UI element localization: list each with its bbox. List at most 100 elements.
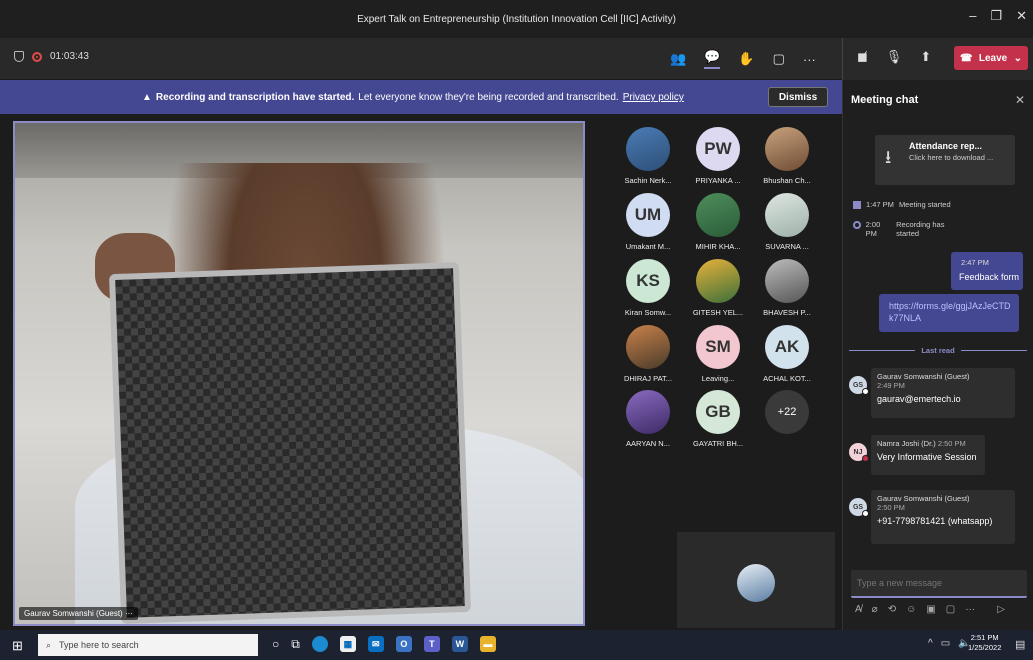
attach-icon[interactable]: ⌀ bbox=[872, 604, 878, 615]
maximize-icon[interactable]: ❐ bbox=[990, 8, 1002, 24]
participant-tile[interactable]: AARYAN N... bbox=[613, 390, 683, 448]
participants-icon[interactable]: 👥 bbox=[670, 51, 686, 67]
avatar: SM bbox=[696, 325, 740, 369]
banner-message: ▲ Recording and transcription have start… bbox=[142, 92, 684, 103]
chat-message: NJ Namra Joshi (Dr.) 2:50 PM Very Inform… bbox=[849, 435, 1015, 477]
speaker-name: Gaurav Somwanshi (Guest) bbox=[24, 609, 123, 618]
attendance-attachment[interactable]: ⭳ Attendance rep... Click here to downlo… bbox=[875, 135, 1015, 185]
message-text: +91-7798781421 (whatsapp) bbox=[877, 516, 993, 526]
compose-box[interactable] bbox=[851, 570, 1027, 598]
format-icon[interactable]: A̸ bbox=[855, 604, 862, 615]
participant-tile[interactable]: GB GAYATRI BH... bbox=[683, 390, 753, 448]
participant-tile[interactable]: DHIRAJ PAT... bbox=[613, 325, 683, 383]
reactions-icon[interactable]: ✋ bbox=[738, 51, 754, 67]
avatar: GB bbox=[696, 390, 740, 434]
mic-off-icon[interactable]: 🎙 bbox=[886, 49, 903, 65]
clock-date: 1/25/2022 bbox=[968, 643, 1002, 653]
dismiss-button[interactable]: Dismiss bbox=[768, 87, 828, 107]
outlook-icon[interactable]: O bbox=[395, 636, 412, 652]
call-control-icons: ◼̸ 🎙 ⬆ bbox=[857, 49, 931, 65]
system-time: 1:47 PM bbox=[866, 200, 894, 209]
more-participants-badge[interactable]: +22 bbox=[765, 390, 809, 434]
participant-tile[interactable]: SM Leaving... bbox=[683, 325, 753, 383]
participant-tile[interactable]: PW PRIYANKA ... bbox=[683, 127, 753, 185]
compose-toolbar: A̸ ⌀ ⟲ ☺ ▣ ▢ ··· ▷ bbox=[855, 604, 1005, 615]
participant-name: Kiran Somw... bbox=[624, 308, 672, 317]
participant-name: GITESH YEL... bbox=[692, 308, 744, 317]
chat-message: GS Gaurav Somwanshi (Guest) 2:50 PM +91-… bbox=[849, 490, 1015, 546]
store-icon[interactable]: ▦ bbox=[339, 636, 356, 652]
participant-tile[interactable]: AK ACHAL KOT... bbox=[752, 325, 822, 383]
loop-icon[interactable]: ⟲ bbox=[888, 604, 896, 615]
taskbar-clock[interactable]: 2:51 PM 1/25/2022 bbox=[968, 633, 1001, 653]
system-message: 2:00 PM Recording has started bbox=[853, 220, 963, 238]
self-view[interactable] bbox=[677, 532, 835, 628]
cortana-icon[interactable]: ○ bbox=[272, 637, 279, 651]
teams-icon[interactable]: T bbox=[423, 636, 440, 652]
more-options-icon[interactable]: ··· bbox=[965, 604, 975, 615]
message-time: 2:49 PM bbox=[877, 381, 905, 390]
network-icon[interactable]: ▭ bbox=[941, 638, 950, 649]
participant-tile[interactable]: Sachin Nerk... bbox=[613, 127, 683, 185]
participant-name: DHIRAJ PAT... bbox=[623, 374, 673, 383]
close-icon[interactable]: ✕ bbox=[1015, 93, 1025, 107]
participant-tile[interactable]: Bhushan Ch... bbox=[752, 127, 822, 185]
message-text: Very Informative Session bbox=[877, 452, 977, 462]
participant-name: Sachin Nerk... bbox=[624, 176, 672, 185]
word-icon[interactable]: W bbox=[451, 636, 468, 652]
rooms-icon[interactable]: ▢ bbox=[773, 51, 785, 67]
meeting-toolbar: 01:03:43 👥 💬 ✋ ▢ ··· bbox=[0, 38, 842, 80]
participant-tile[interactable]: SUVARNA ... bbox=[752, 193, 822, 251]
camera-off-icon[interactable]: ◼̸ bbox=[857, 49, 868, 65]
chevron-down-icon[interactable]: ⌄ bbox=[1014, 53, 1022, 64]
avatar bbox=[626, 325, 670, 369]
participant-tile[interactable]: GITESH YEL... bbox=[683, 259, 753, 317]
avatar: NJ bbox=[849, 443, 869, 462]
tray-chevron-icon[interactable]: ^ bbox=[928, 638, 933, 649]
gif-icon[interactable]: ▣ bbox=[926, 604, 935, 615]
chat-icon[interactable]: 💬 bbox=[704, 49, 721, 69]
leave-button[interactable]: ☎ Leave ⌄ bbox=[954, 46, 1028, 70]
participant-tile[interactable]: MIHIR KHA... bbox=[683, 193, 753, 251]
minimize-icon[interactable]: – bbox=[969, 8, 976, 24]
close-window-icon[interactable]: ✕ bbox=[1016, 8, 1027, 24]
participant-tile[interactable]: UM Umakant M... bbox=[613, 193, 683, 251]
taskbar-search[interactable]: ⌕ Type here to search bbox=[38, 634, 258, 656]
record-icon bbox=[853, 221, 861, 229]
edge-icon[interactable] bbox=[311, 636, 328, 652]
windows-start-icon[interactable]: ⊞ bbox=[12, 638, 23, 654]
avatar: KS bbox=[626, 259, 670, 303]
feedback-form-link[interactable]: https://forms.gle/ggjJAzJeCTDk77NLA bbox=[889, 300, 1014, 324]
window-title: Expert Talk on Entrepreneurship (Institu… bbox=[357, 13, 676, 25]
notification-icon[interactable]: ▤ bbox=[1015, 638, 1025, 651]
speaker-video[interactable]: Gaurav Somwanshi (Guest) ··· bbox=[13, 121, 585, 626]
clock-time: 2:51 PM bbox=[970, 633, 999, 642]
speaker-more-icon[interactable]: ··· bbox=[125, 609, 133, 618]
system-message: 1:47 PM Meeting started bbox=[853, 200, 951, 209]
participant-tile[interactable]: BHAVESH P... bbox=[752, 259, 822, 317]
message-input[interactable] bbox=[857, 578, 1017, 588]
file-explorer-icon[interactable]: ▬ bbox=[479, 636, 496, 652]
message-author: Gaurav Somwanshi (Guest) bbox=[877, 372, 970, 381]
avatar: GS bbox=[849, 376, 869, 395]
avatar bbox=[696, 259, 740, 303]
shield-icon bbox=[14, 51, 24, 62]
sticker-icon[interactable]: ▢ bbox=[946, 604, 955, 615]
leave-label: Leave bbox=[978, 52, 1008, 64]
more-actions-icon[interactable]: ··· bbox=[803, 52, 816, 67]
message-time: 2:50 PM bbox=[877, 503, 905, 512]
attachment-title: Attendance rep... bbox=[909, 141, 983, 151]
search-icon: ⌕ bbox=[46, 639, 52, 650]
window-controls: – ❐ ✕ bbox=[969, 8, 1027, 24]
privacy-policy-link[interactable]: Privacy policy bbox=[623, 92, 684, 103]
participant-tile[interactable]: KS Kiran Somw... bbox=[613, 259, 683, 317]
send-icon[interactable]: ▷ bbox=[997, 604, 1005, 615]
participant-tile[interactable]: +22 bbox=[752, 390, 822, 434]
emoji-icon[interactable]: ☺ bbox=[906, 604, 916, 615]
task-view-icon[interactable]: ⧉ bbox=[291, 637, 300, 652]
mail-icon[interactable]: ✉ bbox=[367, 636, 384, 652]
participant-name: PRIYANKA ... bbox=[695, 176, 741, 185]
participant-name: Umakant M... bbox=[625, 242, 671, 251]
video-case bbox=[108, 261, 472, 624]
share-icon[interactable]: ⬆ bbox=[920, 49, 931, 65]
